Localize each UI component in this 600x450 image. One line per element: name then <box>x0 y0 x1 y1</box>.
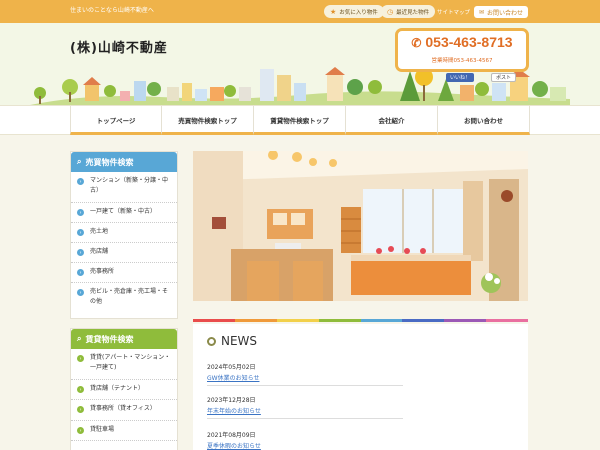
news-date: 2023年12月28日 <box>207 397 256 404</box>
contact-top-button[interactable]: ✉ お問い合わせ <box>474 6 529 18</box>
sidebar-item-land[interactable]: › 売土地 <box>71 223 177 243</box>
chevron-right-icon: › <box>77 427 84 434</box>
news-item: 2021年08月09日 夏季休暇のお知らせ <box>207 430 403 450</box>
sidebar-item-label: 売ビル・売倉庫・売工場・その他 <box>90 288 169 305</box>
sitemap-link[interactable]: サイトマップ <box>437 8 470 16</box>
chevron-right-icon: › <box>77 178 84 185</box>
nav-item-contact[interactable]: お問い合わせ <box>438 106 530 135</box>
sale-search-panel: ⌕ 売買物件検索 › マンション（新築・分譲・中古） › 一戸建て（新築・中古）… <box>70 151 178 319</box>
sidebar-item-label: 一戸建て（新築・中古） <box>90 208 157 215</box>
hero-interior-photo <box>193 151 528 301</box>
sidebar-item-parking[interactable]: › 貸駐車場 <box>71 421 177 441</box>
favorites-label: お気に入り物件 <box>339 9 378 16</box>
sidebar-item-house[interactable]: › 一戸建て（新築・中古） <box>71 203 177 223</box>
news-item: 2024年05月02日 GW休業のお知らせ <box>207 362 403 386</box>
sidebar-item-label: マンション（新築・分譲・中古） <box>90 177 169 194</box>
chevron-right-icon: › <box>77 249 84 256</box>
site-header: (株)山崎不動産 ✆ 053-463-8713 営業時間053-463-4567… <box>0 23 600 105</box>
sidebar-item-label: 貸駐車場 <box>90 426 115 433</box>
chevron-right-icon: › <box>77 289 84 296</box>
news-date: 2021年08月09日 <box>207 432 256 439</box>
phone-icon: ✆ <box>411 36 422 50</box>
x-post-button[interactable]: ポスト <box>491 73 517 82</box>
rent-search-panel: ⌕ 賃貸物件検索 › 貸貸(アパート・マンション・一戸建て) › 貸店舗（テナン… <box>70 328 178 450</box>
phone-number: 053-463-8713 <box>425 34 513 50</box>
news-link[interactable]: GW休業のお知らせ <box>207 373 403 382</box>
nav-item-top[interactable]: トップページ <box>70 106 162 135</box>
company-logo[interactable]: (株)山崎不動産 <box>70 37 168 56</box>
nav-item-rent-search[interactable]: 賃貸物件検索トップ <box>254 106 346 135</box>
chevron-right-icon: › <box>77 229 84 236</box>
site-tagline: 住まいのことなら山崎不動産へ <box>70 7 154 14</box>
sidebar-item-label: 売事務所 <box>90 268 115 275</box>
sidebar-item-label: 売土地 <box>90 228 109 235</box>
sale-search-heading: ⌕ 売買物件検索 <box>71 152 177 172</box>
facebook-like-button[interactable]: いいね！ <box>446 73 475 82</box>
mail-icon: ✉ <box>479 8 485 16</box>
search-icon: ⌕ <box>77 157 82 166</box>
news-link[interactable]: 年末年始のお知らせ <box>207 406 403 415</box>
search-icon: ⌕ <box>77 334 82 343</box>
nav-item-sale-search[interactable]: 売買物件検索トップ <box>162 106 254 135</box>
chevron-right-icon: › <box>77 269 84 276</box>
sidebar-item-label: 貸貸(アパート・マンション・一戸建て) <box>90 354 171 371</box>
recent-button[interactable]: ◷ 最近見た物件 <box>381 5 436 18</box>
sidebar-item-label: 貸店舗（テナント） <box>90 385 145 392</box>
contact-top-label: お問い合わせ <box>487 9 524 17</box>
sidebar-item-label: 貸事務所（貸オフィス） <box>90 405 156 412</box>
sidebar-item-building[interactable]: › 売ビル・売倉庫・売工場・その他 <box>71 283 177 318</box>
global-nav: トップページ 売買物件検索トップ 賃貸物件検索トップ 会社紹介 お問い合わせ <box>0 105 600 135</box>
chevron-right-icon: › <box>77 355 84 362</box>
chevron-right-icon: › <box>77 406 84 413</box>
sidebar-item-label: 売店舗 <box>90 248 109 255</box>
clock-icon: ◷ <box>387 7 394 16</box>
news-section: NEWS 2024年05月02日 GW休業のお知らせ 2023年12月28日 年… <box>193 324 528 450</box>
sidebar-item-office[interactable]: › 売事務所 <box>71 263 177 283</box>
favorites-button[interactable]: ★ お気に入り物件 <box>324 5 384 18</box>
sidebar-item-rental-office[interactable]: › 貸事務所（貸オフィス） <box>71 400 177 421</box>
recent-label: 最近見た物件 <box>396 9 430 16</box>
rent-search-title: 賃貸物件検索 <box>85 334 134 344</box>
news-date: 2024年05月02日 <box>207 364 256 371</box>
top-bar: 住まいのことなら山崎不動産へ ★ お気に入り物件 ◷ 最近見た物件 サイトマップ… <box>0 0 600 23</box>
phone-box: ✆ 053-463-8713 営業時間053-463-4567 <box>395 28 529 72</box>
sidebar-item-mansion[interactable]: › マンション（新築・分譲・中古） <box>71 172 177 203</box>
business-hours: 営業時間053-463-4567 <box>431 58 493 64</box>
chevron-right-icon: › <box>77 386 84 393</box>
news-item: 2023年12月28日 年末年始のお知らせ <box>207 395 403 419</box>
phone-number-row[interactable]: ✆ 053-463-8713 <box>398 34 526 50</box>
sidebar-item-rental-store[interactable]: › 貸店舗（テナント） <box>71 380 177 400</box>
news-heading: NEWS <box>207 334 257 348</box>
circle-icon <box>207 336 216 346</box>
news-link[interactable]: 夏季休暇のお知らせ <box>207 441 403 450</box>
chevron-right-icon: › <box>77 209 84 216</box>
sidebar-item-store[interactable]: › 売店舗 <box>71 243 177 263</box>
rent-search-heading: ⌕ 賃貸物件検索 <box>71 329 177 349</box>
sidebar-item-rental-residence[interactable]: › 貸貸(アパート・マンション・一戸建て) <box>71 349 177 380</box>
rainbow-divider <box>193 319 528 322</box>
star-icon: ★ <box>330 7 337 16</box>
news-title: NEWS <box>221 334 258 348</box>
sale-search-title: 売買物件検索 <box>85 157 134 167</box>
nav-item-company[interactable]: 会社紹介 <box>346 106 438 135</box>
